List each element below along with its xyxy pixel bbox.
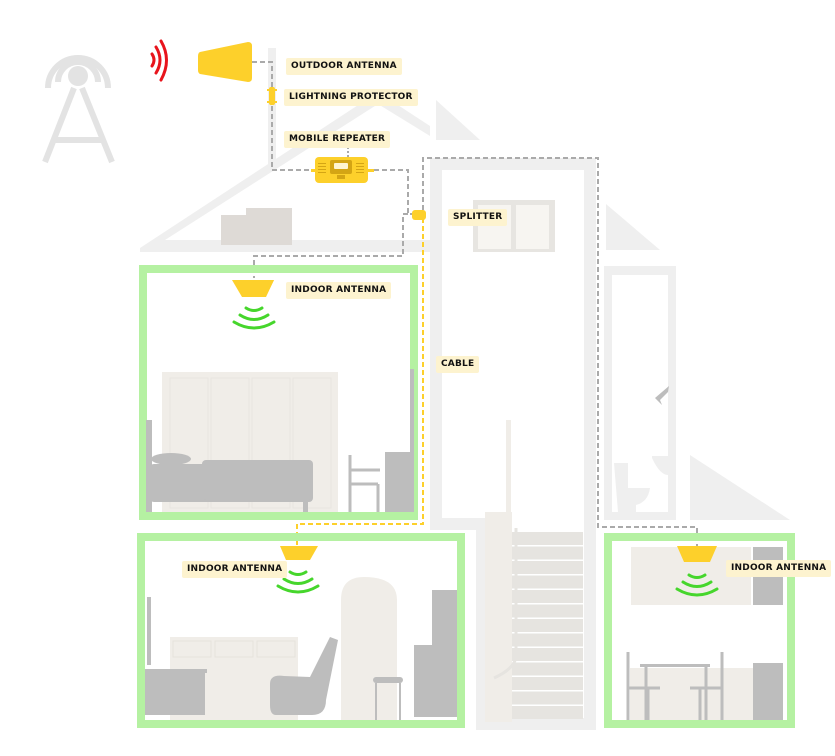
mobile-repeater-label: MOBILE REPEATER — [284, 131, 391, 148]
splitter-icon — [412, 210, 426, 220]
outdoor-antenna-icon — [198, 42, 252, 82]
cell-tower-icon — [42, 55, 115, 164]
staircase — [485, 420, 583, 722]
lightning-protector-label: LIGHTNING PROTECTOR — [284, 89, 418, 106]
attic-box — [221, 215, 246, 245]
stair-step — [512, 677, 583, 690]
red-signal-icon — [150, 39, 168, 82]
stair-step — [512, 633, 583, 647]
stair-step — [512, 662, 583, 676]
stair-step — [512, 546, 583, 560]
stair-step — [512, 619, 583, 632]
attic-box-2 — [246, 208, 292, 245]
outdoor-antenna-label: OUTDOOR ANTENNA — [286, 58, 402, 75]
stair-step — [512, 691, 583, 705]
indoor-antenna-icon — [232, 280, 274, 297]
stair-step — [512, 590, 583, 603]
splitter-label: SPLITTER — [448, 209, 508, 226]
right-roof — [606, 204, 660, 250]
right-roof-lower — [690, 455, 790, 520]
stair-step — [512, 648, 583, 661]
indoor-antenna-icon — [280, 546, 318, 560]
stair-window — [473, 200, 555, 252]
installation-diagram — [42, 39, 795, 730]
stair-step — [512, 706, 583, 719]
green-signal-icon — [232, 306, 276, 330]
stair-step — [512, 561, 583, 574]
mobile-repeater-icon — [311, 157, 374, 183]
roof-peak — [436, 100, 480, 140]
bathroom-fixtures — [614, 386, 669, 512]
indoor-antenna-label-bedroom: INDOOR ANTENNA — [286, 282, 392, 299]
stair-step — [512, 575, 583, 589]
indoor-antenna-label-living: INDOOR ANTENNA — [182, 561, 288, 578]
stair-step — [512, 604, 583, 618]
cable-label: CABLE — [436, 356, 480, 373]
indoor-antenna-label-kitchen: INDOOR ANTENNA — [726, 560, 832, 577]
indoor-antenna-icon — [677, 546, 717, 562]
bedroom — [139, 265, 418, 520]
stair-step — [512, 532, 583, 545]
